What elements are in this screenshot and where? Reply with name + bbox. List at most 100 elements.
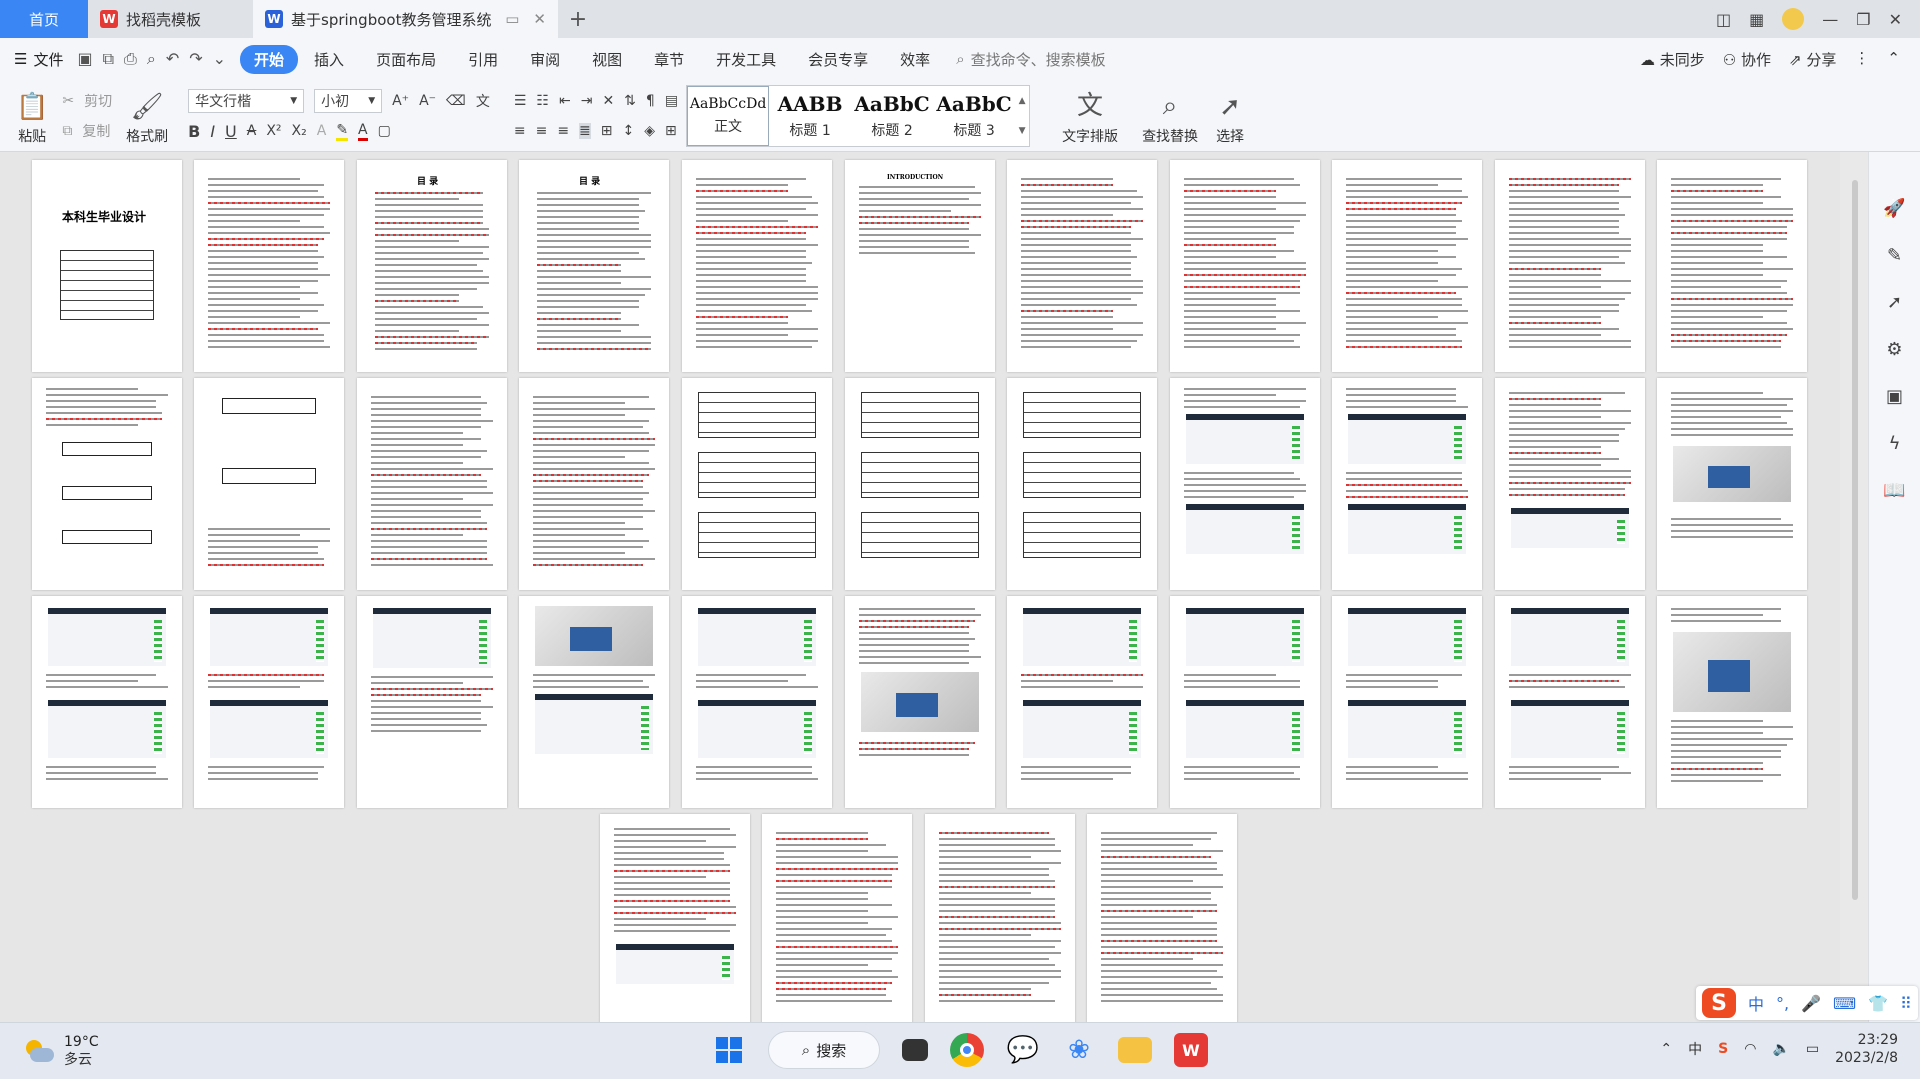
share-button[interactable]: ⇗ 分享 bbox=[1789, 49, 1836, 70]
menu-member[interactable]: 会员专享 bbox=[792, 49, 884, 70]
print-preview-icon[interactable]: ⌕ bbox=[147, 49, 156, 69]
format-painter-button[interactable]: 🖌 格式刷 bbox=[120, 80, 174, 146]
restore-icon[interactable]: ❐ bbox=[1856, 10, 1870, 29]
font-color-icon[interactable]: A bbox=[358, 122, 368, 141]
tab-close-icon[interactable]: ✕ bbox=[533, 10, 546, 28]
ime-mode[interactable]: 中 bbox=[1748, 991, 1764, 1015]
shading-icon[interactable]: ◈ bbox=[644, 123, 655, 139]
wechat-icon[interactable]: 💬 bbox=[1006, 1033, 1040, 1067]
undo-icon[interactable]: ↶ bbox=[166, 49, 179, 69]
menu-view[interactable]: 视图 bbox=[576, 49, 638, 70]
borders-icon[interactable]: ⊞ bbox=[665, 123, 677, 139]
redo-icon[interactable]: ↷ bbox=[189, 49, 202, 69]
decrease-indent-icon[interactable]: ⇤ bbox=[559, 93, 571, 109]
taskbar-search[interactable]: ⌕ 搜索 bbox=[768, 1031, 880, 1069]
underline-icon[interactable]: U bbox=[225, 122, 237, 141]
battery-icon[interactable]: ▭ bbox=[1806, 1041, 1819, 1057]
menu-page-layout[interactable]: 页面布局 bbox=[360, 49, 452, 70]
line-spacing-icon[interactable]: ↕ bbox=[623, 123, 635, 139]
close-window-icon[interactable]: ✕ bbox=[1889, 10, 1902, 29]
menu-developer[interactable]: 开发工具 bbox=[700, 49, 792, 70]
wifi-icon[interactable]: ◠ bbox=[1744, 1041, 1756, 1057]
menu-review[interactable]: 审阅 bbox=[514, 49, 576, 70]
book-icon[interactable]: 📖 bbox=[1883, 480, 1905, 501]
collapse-ribbon-icon[interactable]: ⌃ bbox=[1887, 49, 1900, 70]
distribute-icon[interactable]: ⊞ bbox=[601, 123, 613, 139]
menu-efficiency[interactable]: 效率 bbox=[884, 49, 946, 70]
pointer-icon[interactable]: ➚ bbox=[1887, 292, 1902, 313]
tab-home[interactable]: 首页 bbox=[0, 0, 88, 38]
menu-references[interactable]: 引用 bbox=[452, 49, 514, 70]
text-layout-button[interactable]: ⽂ 文字排版 bbox=[1056, 80, 1124, 146]
task-view-icon[interactable] bbox=[902, 1039, 928, 1061]
weather-widget[interactable]: 19°C 多云 bbox=[22, 1033, 99, 1069]
cut-button[interactable]: ✂ 剪切 bbox=[62, 86, 112, 116]
style-heading-3[interactable]: AaBbC 标题 3 bbox=[933, 86, 1015, 146]
apps-grid-icon[interactable]: ▦ bbox=[1749, 10, 1764, 29]
document-canvas[interactable]: 本科生毕业设计 目 录 目 录 INTRODUCTION bbox=[0, 152, 1840, 1022]
layout-icon[interactable]: ◫ bbox=[1716, 10, 1731, 29]
sync-button[interactable]: ☁ 未同步 bbox=[1640, 49, 1705, 70]
punctuation-icon[interactable]: °, bbox=[1776, 994, 1789, 1013]
file-explorer-icon[interactable] bbox=[1118, 1037, 1152, 1063]
table-icon[interactable]: ▤ bbox=[665, 93, 678, 109]
scrollbar-thumb[interactable] bbox=[1852, 180, 1858, 900]
style-normal[interactable]: AaBbCcDd 正文 bbox=[687, 86, 770, 146]
text-effect-icon[interactable]: A bbox=[317, 123, 327, 139]
superscript-icon[interactable]: X² bbox=[266, 123, 281, 139]
increase-indent-icon[interactable]: ⇥ bbox=[581, 93, 593, 109]
collab-button[interactable]: ⚇ 协作 bbox=[1723, 49, 1771, 70]
find-replace-button[interactable]: ⌕ 查找替换 bbox=[1136, 80, 1204, 146]
command-search[interactable]: ⌕ 查找命令、搜索模板 bbox=[956, 49, 1105, 70]
print-icon[interactable]: ⎙ bbox=[124, 49, 137, 69]
paste-button[interactable]: 📋 粘贴 bbox=[10, 80, 54, 146]
sogou-logo-icon[interactable]: S bbox=[1702, 988, 1736, 1018]
char-border-icon[interactable]: ▢ bbox=[378, 123, 391, 139]
sort-icon[interactable]: ⇅ bbox=[624, 93, 636, 109]
show-marks-icon[interactable]: ¶ bbox=[646, 93, 655, 109]
ime-apps-icon[interactable]: ⠿ bbox=[1900, 994, 1912, 1013]
paint-app-icon[interactable]: ❀ bbox=[1062, 1033, 1096, 1067]
align-left-icon[interactable]: ≡ bbox=[514, 123, 526, 139]
clear-format-icon[interactable]: ⌫ bbox=[446, 93, 466, 109]
input-method-icon[interactable]: 中 bbox=[1688, 1039, 1702, 1059]
chinese-layout-icon[interactable]: ✕ bbox=[602, 93, 614, 109]
tab-daoke-templates[interactable]: W 找稻壳模板 bbox=[88, 0, 253, 38]
save-icon[interactable]: ▣ bbox=[77, 49, 92, 69]
image-edit-icon[interactable]: ▣ bbox=[1886, 386, 1903, 407]
rocket-icon[interactable]: 🚀 bbox=[1883, 198, 1905, 219]
power-icon[interactable]: ϟ bbox=[1889, 433, 1901, 454]
pinyin-icon[interactable]: 文 bbox=[476, 91, 490, 111]
tab-document[interactable]: W 基于springboot教务管理系统 ▭ ✕ bbox=[253, 0, 558, 38]
sogou-tray-icon[interactable]: S bbox=[1718, 1041, 1728, 1057]
minimize-icon[interactable]: — bbox=[1822, 10, 1838, 29]
highlight-icon[interactable]: ✎ bbox=[336, 122, 349, 141]
menu-insert[interactable]: 插入 bbox=[298, 49, 360, 70]
sliders-icon[interactable]: ⚙ bbox=[1886, 339, 1902, 360]
start-windows-icon[interactable] bbox=[712, 1033, 746, 1067]
strikethrough-icon[interactable]: A bbox=[247, 123, 257, 139]
menu-section[interactable]: 章节 bbox=[638, 49, 700, 70]
file-menu[interactable]: ☰ 文件 bbox=[14, 49, 63, 70]
style-heading-2[interactable]: AaBbC 标题 2 bbox=[851, 86, 933, 146]
styles-scroll[interactable]: ▲ ▼ bbox=[1015, 86, 1029, 146]
subscript-icon[interactable]: X₂ bbox=[292, 123, 307, 139]
font-size-select[interactable]: 小初 ▼ bbox=[314, 89, 383, 113]
bullet-list-icon[interactable]: ☰ bbox=[514, 93, 527, 109]
numbered-list-icon[interactable]: ☷ bbox=[536, 93, 549, 109]
more-icon[interactable]: ⋮ bbox=[1854, 49, 1869, 70]
select-button[interactable]: ➚ 选择 bbox=[1210, 80, 1250, 146]
user-avatar-icon[interactable] bbox=[1782, 8, 1805, 30]
bold-icon[interactable]: B bbox=[188, 122, 200, 141]
wps-taskbar-icon[interactable]: W bbox=[1174, 1033, 1208, 1067]
copy-button[interactable]: ⧉ 复制 bbox=[62, 116, 112, 146]
italic-icon[interactable]: I bbox=[210, 122, 215, 141]
volume-icon[interactable]: 🔈 bbox=[1772, 1041, 1789, 1057]
shrink-font-icon[interactable]: A⁻ bbox=[419, 93, 436, 109]
tab-float-icon[interactable]: ▭ bbox=[505, 10, 519, 28]
vertical-scrollbar[interactable] bbox=[1850, 160, 1860, 920]
menu-start[interactable]: 开始 bbox=[240, 44, 299, 74]
align-right-icon[interactable]: ≡ bbox=[557, 123, 569, 139]
new-tab-button[interactable]: + bbox=[558, 0, 598, 38]
microphone-icon[interactable]: 🎤 bbox=[1801, 994, 1821, 1013]
